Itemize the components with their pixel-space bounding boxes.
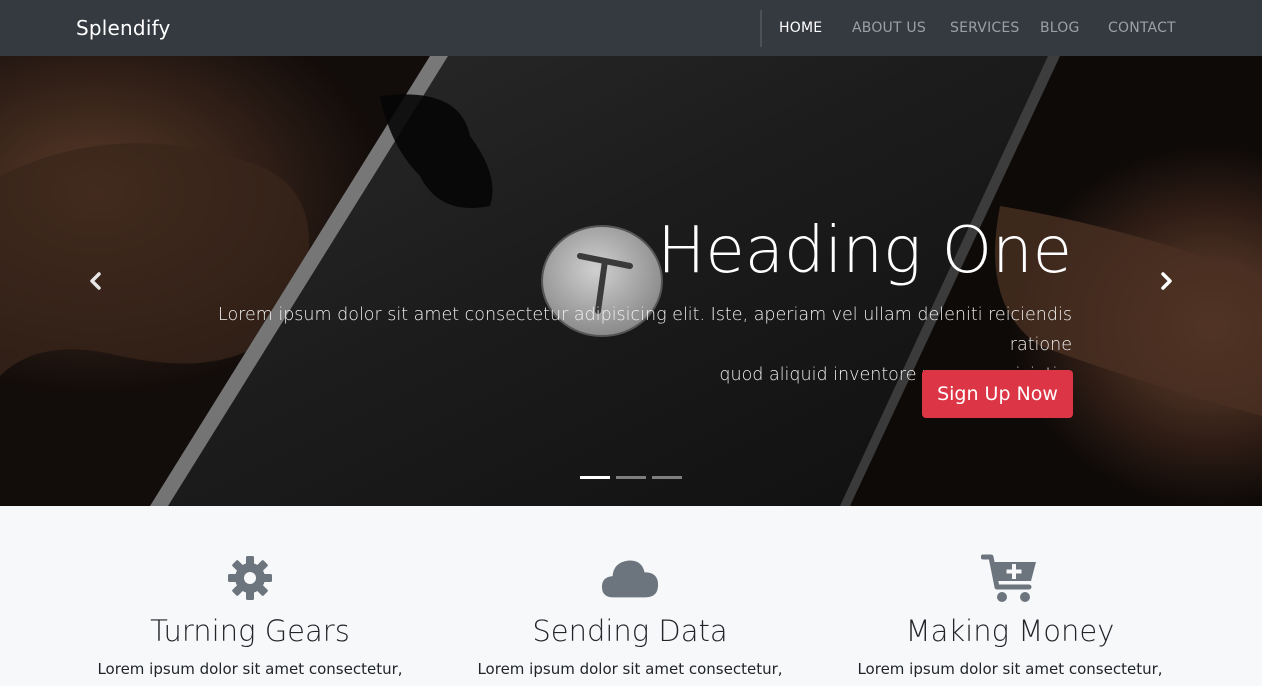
cart-plus-icon <box>980 552 1040 604</box>
hero-caption: Heading One Lorem ipsum dolor sit amet c… <box>192 216 1072 390</box>
nav-link-about-us[interactable]: ABOUT US <box>852 20 926 36</box>
hero-text-line1: Lorem ipsum dolor sit amet consectetur a… <box>218 305 1072 355</box>
nav-divider <box>760 10 762 47</box>
carousel-indicator-2[interactable] <box>616 476 646 479</box>
feature-text: Lorem ipsum dolor sit amet consectetur, <box>477 660 783 678</box>
chevron-right-icon <box>1161 272 1172 290</box>
hero-carousel: Heading One Lorem ipsum dolor sit amet c… <box>0 56 1262 506</box>
nav-link-home[interactable]: HOME <box>779 20 822 36</box>
sign-up-button[interactable]: Sign Up Now <box>922 370 1073 418</box>
feature-title: Turning Gears <box>150 614 350 648</box>
nav-link-contact[interactable]: CONTACT <box>1108 20 1176 36</box>
feature-text: Lorem ipsum dolor sit amet consectetur, <box>97 660 403 678</box>
top-navbar: Splendify HOME ABOUT US SERVICES BLOG CO… <box>0 0 1262 56</box>
features-section: Turning Gears Lorem ipsum dolor sit amet… <box>0 506 1262 686</box>
nav-link-services[interactable]: SERVICES <box>950 20 1020 36</box>
carousel-indicator-1[interactable] <box>580 476 610 479</box>
carousel-prev-button[interactable] <box>80 266 110 296</box>
feature-text: Lorem ipsum dolor sit amet consectetur, <box>857 660 1163 678</box>
carousel-next-button[interactable] <box>1152 266 1182 296</box>
chevron-left-icon <box>90 272 101 290</box>
nav-link-blog[interactable]: BLOG <box>1040 20 1080 36</box>
feature-title: Making Money <box>905 614 1115 648</box>
hero-heading: Heading One <box>657 214 1072 288</box>
gear-icon <box>220 552 280 604</box>
carousel-indicators <box>580 476 682 479</box>
cloud-icon <box>600 552 660 604</box>
feature-title: Sending Data <box>532 614 728 648</box>
carousel-indicator-3[interactable] <box>652 476 682 479</box>
brand-logo[interactable]: Splendify <box>76 16 171 40</box>
